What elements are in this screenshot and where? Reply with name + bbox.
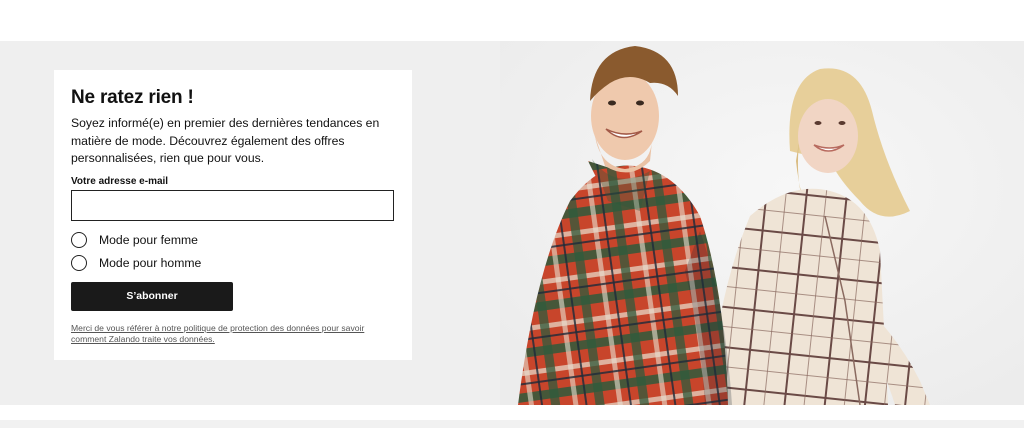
- email-field[interactable]: [71, 189, 394, 221]
- newsletter-intro: Soyez informé(e) en premier des dernière…: [71, 116, 380, 165]
- subscribe-button[interactable]: S’abonner: [71, 281, 233, 311]
- option-men-label: Mode pour homme: [99, 256, 202, 270]
- option-women[interactable]: Mode pour femme: [71, 229, 395, 252]
- newsletter-title: Ne ratez rien !: [71, 87, 194, 108]
- bottom-divider: [0, 420, 1024, 428]
- radio-men[interactable]: [71, 255, 87, 271]
- newsletter-banner: Ne ratez rien ! Soyez informé(e) en prem…: [0, 41, 1024, 405]
- option-women-label: Mode pour femme: [99, 233, 198, 247]
- option-men[interactable]: Mode pour homme: [71, 252, 395, 275]
- radio-women[interactable]: [71, 232, 87, 248]
- email-label: Votre adresse e-mail: [71, 175, 169, 187]
- newsletter-card: Ne ratez rien ! Soyez informé(e) en prem…: [54, 70, 412, 360]
- privacy-policy-link[interactable]: Merci de vous référer à notre politique …: [71, 323, 381, 345]
- models-photo: [500, 41, 1024, 405]
